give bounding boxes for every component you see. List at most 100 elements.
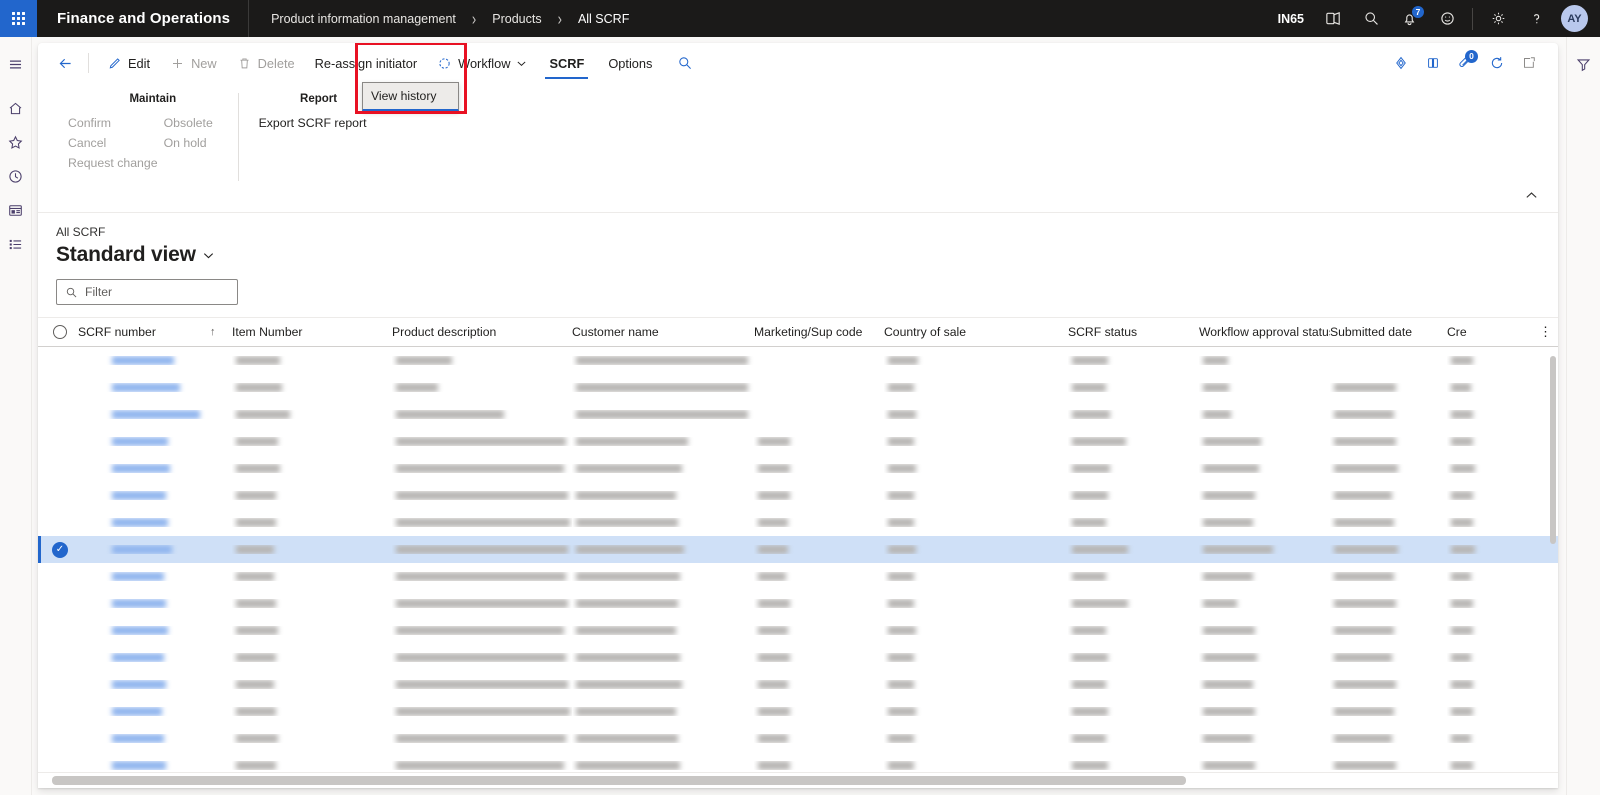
clock-icon[interactable] bbox=[0, 159, 32, 193]
row-checkbox-checked[interactable]: ✓ bbox=[42, 541, 78, 558]
star-icon[interactable] bbox=[0, 125, 32, 159]
table-row[interactable] bbox=[38, 482, 1558, 509]
table-cell bbox=[1330, 680, 1447, 689]
on-hold-button[interactable]: On hold bbox=[164, 133, 238, 153]
refresh-icon[interactable] bbox=[1482, 48, 1512, 78]
select-all-checkbox[interactable] bbox=[42, 325, 78, 339]
tab-scrf[interactable]: SCRF bbox=[537, 43, 596, 83]
redacted-value bbox=[112, 545, 172, 554]
column-header-customer-name[interactable]: Customer name bbox=[572, 325, 754, 339]
column-header-marketing-sup-code[interactable]: Marketing/Sup code bbox=[754, 325, 884, 339]
notification-bell-icon[interactable]: 7 bbox=[1390, 0, 1428, 37]
workflow-button[interactable]: Workflow bbox=[427, 48, 537, 78]
gear-icon[interactable] bbox=[1479, 0, 1517, 37]
table-cell[interactable] bbox=[78, 491, 232, 500]
avatar[interactable]: AY bbox=[1561, 5, 1588, 32]
table-cell bbox=[1447, 599, 1487, 608]
horizontal-scrollbar[interactable] bbox=[38, 772, 1558, 788]
column-header-created[interactable]: Cre bbox=[1447, 325, 1487, 339]
table-cell[interactable] bbox=[78, 545, 232, 554]
table-row[interactable] bbox=[38, 617, 1558, 644]
table-cell[interactable] bbox=[78, 410, 232, 419]
share-icon[interactable] bbox=[1386, 48, 1416, 78]
tab-options[interactable]: Options bbox=[596, 43, 664, 83]
edit-button[interactable]: Edit bbox=[97, 48, 160, 78]
table-cell bbox=[1068, 572, 1199, 581]
table-row[interactable] bbox=[38, 509, 1558, 536]
table-row[interactable] bbox=[38, 401, 1558, 428]
home-icon[interactable] bbox=[0, 91, 32, 125]
teams-icon[interactable] bbox=[1314, 0, 1352, 37]
chevron-up-icon[interactable] bbox=[1520, 184, 1542, 206]
table-cell[interactable] bbox=[78, 707, 232, 716]
filter-input-wrapper[interactable]: Filter bbox=[56, 279, 238, 305]
table-cell[interactable] bbox=[78, 734, 232, 743]
data-grid: SCRF number ↑ Item Number Product descri… bbox=[38, 317, 1558, 788]
cancel-button[interactable]: Cancel bbox=[68, 133, 164, 153]
breadcrumb-item-section[interactable]: Products bbox=[490, 12, 543, 26]
delete-button[interactable]: Delete bbox=[227, 48, 305, 78]
new-button[interactable]: New bbox=[160, 48, 227, 78]
menu-item-view-history[interactable]: View history bbox=[363, 83, 458, 109]
table-cell[interactable] bbox=[78, 572, 232, 581]
column-header-product-description[interactable]: Product description bbox=[392, 325, 572, 339]
search-icon[interactable] bbox=[1352, 0, 1390, 37]
column-header-workflow-approval-status[interactable]: Workflow approval status bbox=[1199, 325, 1330, 339]
table-row[interactable] bbox=[38, 428, 1558, 455]
app-launcher-icon[interactable] bbox=[0, 0, 37, 37]
reassign-initiator-button[interactable]: Re-assign initiator bbox=[305, 48, 427, 78]
table-cell[interactable] bbox=[78, 356, 232, 365]
table-cell[interactable] bbox=[78, 518, 232, 527]
workspace-icon[interactable] bbox=[0, 193, 32, 227]
export-scrf-report-button[interactable]: Export SCRF report bbox=[259, 113, 379, 133]
table-row[interactable] bbox=[38, 347, 1558, 374]
table-row[interactable] bbox=[38, 590, 1558, 617]
breadcrumb-item-page[interactable]: All SCRF bbox=[576, 12, 631, 26]
chevron-down-icon bbox=[202, 249, 215, 262]
app-brand-title[interactable]: Finance and Operations bbox=[37, 10, 248, 27]
column-header-country-of-sale[interactable]: Country of sale bbox=[884, 325, 1068, 339]
redacted-value bbox=[396, 518, 570, 527]
table-cell[interactable] bbox=[78, 437, 232, 446]
column-header-scrf-status[interactable]: SCRF status bbox=[1068, 325, 1199, 339]
open-in-teams-icon[interactable] bbox=[1418, 48, 1448, 78]
table-row[interactable] bbox=[38, 644, 1558, 671]
horizontal-scrollbar-thumb[interactable] bbox=[52, 776, 1186, 785]
smiley-feedback-icon[interactable] bbox=[1428, 0, 1466, 37]
open-in-new-window-icon[interactable] bbox=[1514, 48, 1544, 78]
table-cell[interactable] bbox=[78, 653, 232, 662]
table-row[interactable]: ✓ bbox=[38, 536, 1558, 563]
table-row[interactable] bbox=[38, 563, 1558, 590]
table-cell[interactable] bbox=[78, 761, 232, 770]
table-row[interactable] bbox=[38, 725, 1558, 752]
table-cell[interactable] bbox=[78, 680, 232, 689]
table-row[interactable] bbox=[38, 698, 1558, 725]
attachments-icon[interactable]: 0 bbox=[1450, 48, 1480, 78]
table-cell[interactable] bbox=[78, 383, 232, 392]
question-mark-icon[interactable] bbox=[1517, 0, 1555, 37]
table-cell[interactable] bbox=[78, 626, 232, 635]
table-row[interactable] bbox=[38, 455, 1558, 482]
more-vertical-icon[interactable]: ⋮ bbox=[1539, 325, 1552, 338]
column-header-scrf-number[interactable]: SCRF number bbox=[78, 325, 210, 339]
hamburger-icon[interactable] bbox=[0, 47, 32, 81]
company-selector[interactable]: IN65 bbox=[1268, 12, 1314, 26]
breadcrumb-item-module[interactable]: Product information management bbox=[269, 12, 458, 26]
redacted-value bbox=[1072, 491, 1108, 500]
request-change-button[interactable]: Request change bbox=[68, 153, 164, 173]
column-header-submitted-date[interactable]: Submitted date bbox=[1330, 325, 1447, 339]
view-selector[interactable]: Standard view bbox=[56, 243, 1558, 267]
funnel-filter-icon[interactable] bbox=[1568, 47, 1600, 81]
toolbar-search-icon[interactable] bbox=[670, 48, 700, 78]
column-header-item-number[interactable]: Item Number bbox=[232, 325, 392, 339]
list-icon[interactable] bbox=[0, 227, 32, 261]
table-row[interactable] bbox=[38, 671, 1558, 698]
table-cell[interactable] bbox=[78, 599, 232, 608]
vertical-scrollbar[interactable] bbox=[1549, 348, 1557, 788]
confirm-button[interactable]: Confirm bbox=[68, 113, 164, 133]
vertical-scrollbar-thumb[interactable] bbox=[1550, 356, 1556, 544]
back-arrow-icon[interactable] bbox=[50, 48, 80, 78]
table-row[interactable] bbox=[38, 374, 1558, 401]
obsolete-button[interactable]: Obsolete bbox=[164, 113, 238, 133]
table-cell[interactable] bbox=[78, 464, 232, 473]
